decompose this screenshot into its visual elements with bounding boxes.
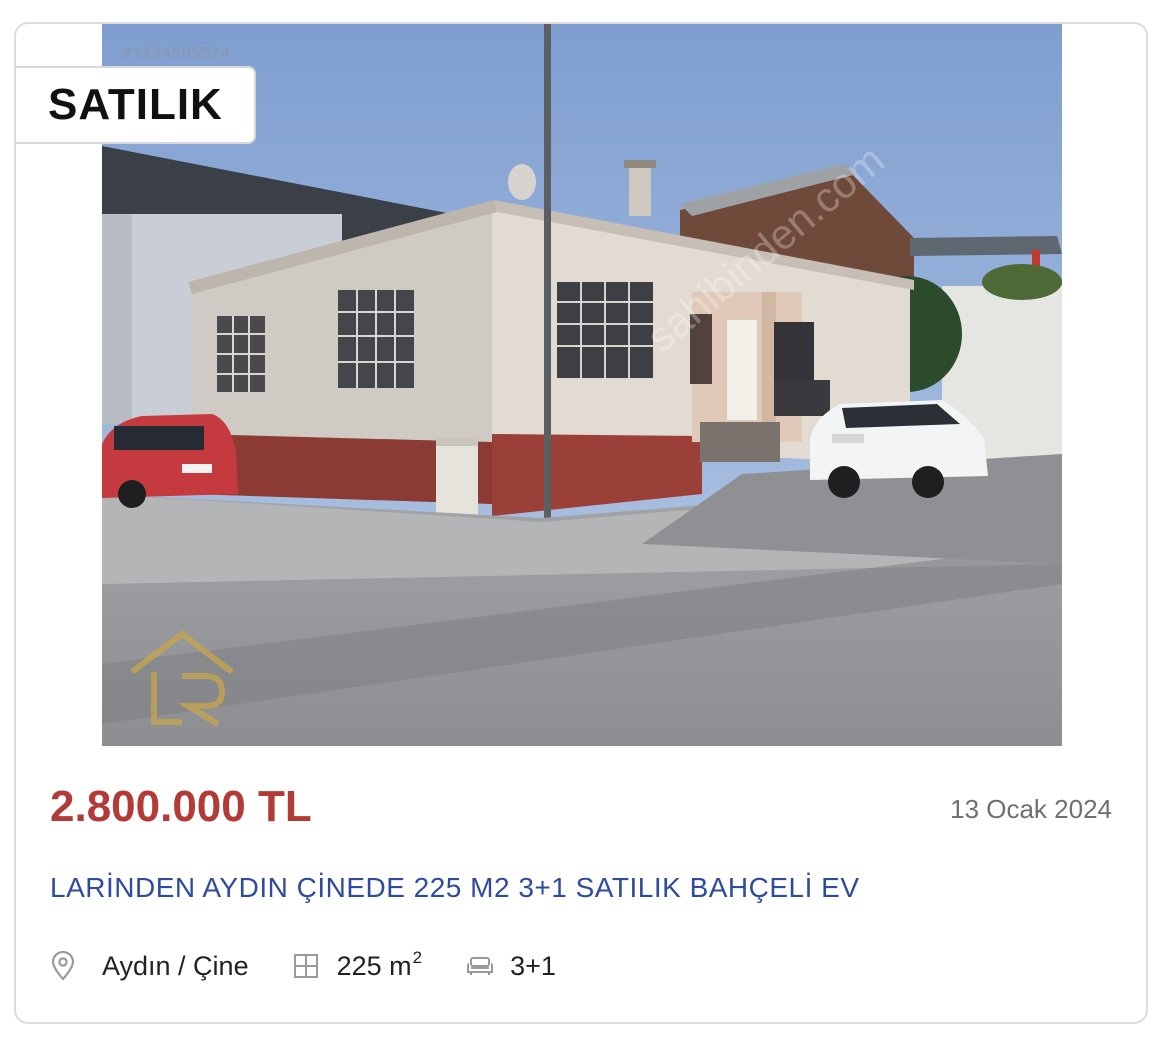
status-badge-label: SATILIK <box>48 80 223 129</box>
rooms-info: 3+1 <box>466 951 556 982</box>
floor-plan-icon <box>293 953 319 979</box>
location-text: Aydın / Çine <box>102 950 249 981</box>
area-info: 225 m2 <box>293 947 423 982</box>
map-pin-icon <box>50 951 76 981</box>
listing-date: 13 Ocak 2024 <box>950 794 1112 824</box>
rooms-text: 3+1 <box>510 950 556 981</box>
price: 2.800.000 TL <box>50 782 312 831</box>
location-info: Aydın / Çine <box>50 951 249 982</box>
listing-card[interactable]: sahibinden.com #1124505524 SATILIK 2.800… <box>14 22 1148 1024</box>
area-text: 225 m2 <box>336 947 423 982</box>
listing-title-link[interactable]: LARİNDEN AYDIN ÇİNEDE 225 M2 3+1 SATILIK… <box>50 872 860 904</box>
area-value: 225 m <box>336 950 412 981</box>
listing-id: #1124505524 <box>120 44 231 62</box>
status-badge: SATILIK <box>16 66 256 144</box>
sofa-icon <box>466 955 494 977</box>
listing-meta: Aydın / Çine 225 m2 3+1 <box>50 946 556 986</box>
area-unit-superscript: 2 <box>412 947 423 967</box>
